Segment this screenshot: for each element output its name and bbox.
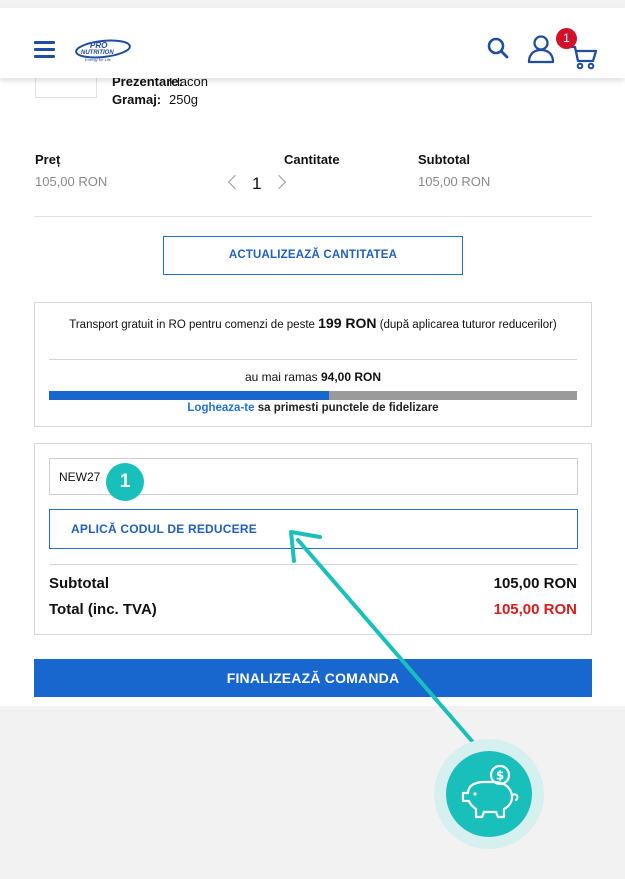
site-header: PRO NUTRITION Energy for Life xyxy=(0,8,625,78)
price-header: Preț xyxy=(35,152,61,167)
total-label: Total (inc. TVA) xyxy=(49,601,157,618)
update-quantity-button[interactable]: ACTUALIZEAZĂ CANTITATEA xyxy=(163,236,463,275)
total-value: 105,00 RON xyxy=(493,601,577,618)
shipping-text-before: Transport gratuit in RO pentru comenzi d… xyxy=(69,319,315,331)
user-account-icon[interactable] xyxy=(526,34,556,69)
loyalty-login-line: Logheaza-te sa primesti punctele de fide… xyxy=(35,402,591,414)
remaining-amount-line: au mai ramas 94,00 RON xyxy=(35,370,591,384)
cart-divider xyxy=(34,216,592,217)
svg-text:PRO: PRO xyxy=(90,41,108,50)
login-link[interactable]: Logheaza-te xyxy=(187,402,254,414)
totals-divider xyxy=(49,564,577,565)
remaining-prefix: au mai ramas xyxy=(244,370,318,384)
finalize-order-button[interactable]: FINALIZEAZĂ COMANDA xyxy=(34,659,592,697)
savings-badge: $ xyxy=(434,739,544,849)
step-number-badge: 1 xyxy=(106,463,144,501)
shipping-progress-bar xyxy=(49,391,577,400)
cart-icon[interactable] xyxy=(569,44,598,75)
svg-text:NUTRITION: NUTRITION xyxy=(81,50,114,56)
shipping-divider xyxy=(49,359,577,360)
shipping-progress-fill xyxy=(49,391,329,400)
weight-label: Gramaj: xyxy=(112,92,162,107)
product-weight: Gramaj: 250g xyxy=(112,92,198,107)
search-icon[interactable] xyxy=(486,36,510,65)
pro-nutrition-logo: PRO NUTRITION Energy for Life xyxy=(75,39,131,62)
apply-coupon-button[interactable]: APLICĂ CODUL DE REDUCERE xyxy=(49,509,578,549)
svg-text:$: $ xyxy=(496,769,504,783)
cart-count-badge: 1 xyxy=(556,28,577,49)
quantity-header: Cantitate xyxy=(284,152,340,167)
quantity-value[interactable]: 1 xyxy=(252,174,261,194)
loyalty-text: sa primesti punctele de fidelizare xyxy=(257,402,439,414)
item-subtotal: 105,00 RON xyxy=(418,174,491,189)
top-strip xyxy=(0,0,625,8)
piggy-bank-icon: $ xyxy=(446,751,532,837)
shipping-text-after: (după aplicarea tuturor reducerilor) xyxy=(379,319,557,331)
shipping-threshold: 199 RON xyxy=(318,315,377,331)
remaining-amount: 94,00 RON xyxy=(321,370,382,384)
weight-value: 250g xyxy=(169,92,198,107)
free-shipping-message: Transport gratuit in RO pentru comenzi d… xyxy=(35,315,591,334)
subtotal-label: Subtotal xyxy=(49,575,109,592)
item-price: 105,00 RON xyxy=(35,174,108,189)
svg-text:Energy for Life: Energy for Life xyxy=(85,57,112,62)
subtotal-value: 105,00 RON xyxy=(493,575,577,592)
subtotal-header: Subtotal xyxy=(418,152,470,167)
brand-logo[interactable]: PRO NUTRITION Energy for Life xyxy=(75,38,131,69)
menu-icon[interactable] xyxy=(34,41,55,58)
